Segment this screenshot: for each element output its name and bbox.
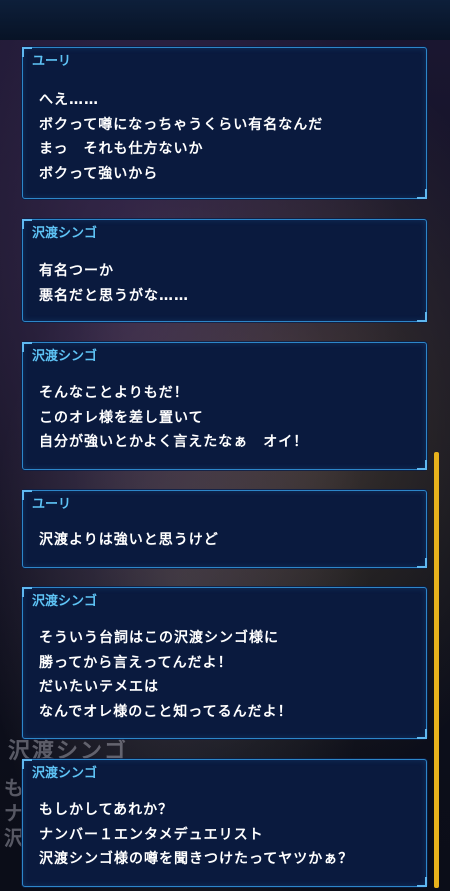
message-line: 自分が強いとかよく言えたなぁ オイ！ [39,434,309,450]
message-text: 沢渡よりは強いと思うけど [39,528,219,553]
message-text: そういう台詞はこの沢渡シンゴ様に 勝ってから言えってんだよ！ だいたいテメエは … [39,626,293,724]
message-bubble: ユーリ へえ…… ボクって噂になっちゃうくらい有名なんだ まっ それも仕方ないか… [22,47,427,199]
message-text: もしかしてあれか？ ナンバー１エンタメデュエリスト 沢渡シンゴ様の噂を聞きつけた… [39,798,353,872]
message-line: ボクって強いから [39,165,159,182]
message-text: そんなことよりもだ！ このオレ様を差し置いて 自分が強いとかよく言えたなぁ オイ… [39,381,308,455]
message-bubble: 沢渡シンゴ そういう台詞はこの沢渡シンゴ様に 勝ってから言えってんだよ！ だいた… [22,587,427,739]
message-text: 有名つーか 悪名だと思うがな…… [39,259,189,308]
message-line: まっ それも仕方ないか [39,141,204,157]
speaker-name: ユーリ [32,497,72,512]
message-bubble: 沢渡シンゴ 有名つーか 悪名だと思うがな…… [22,219,427,322]
message-line: 沢渡シンゴ様の噂を聞きつけたってヤツかぁ？ [39,851,354,867]
message-bubble: 沢渡シンゴ そんなことよりもだ！ このオレ様を差し置いて 自分が強いとかよく言え… [22,342,427,470]
message-bubble: ユーリ 沢渡よりは強いと思うけど [22,490,427,568]
speaker-name: 沢渡シンゴ [32,594,98,609]
speaker-name: 沢渡シンゴ [32,226,98,241]
message-line: なんでオレ様のこと知ってるんだよ！ [39,703,293,720]
speaker-name: 沢渡シンゴ [32,766,98,781]
message-line: もしかしてあれか？ [39,802,174,818]
message-line: ナンバー１エンタメデュエリスト [39,826,264,843]
speaker-name: 沢渡シンゴ [32,349,98,364]
message-line: そういう台詞はこの沢渡シンゴ様に [39,630,279,646]
speaker-name: ユーリ [32,54,72,69]
message-text: へえ…… ボクって噂になっちゃうくらい有名なんだ まっ それも仕方ないか ボクっ… [39,88,323,186]
top-bar [0,0,450,41]
message-line: だいたいテメエは [39,679,159,695]
message-line: 有名つーか [39,263,114,279]
message-line: へえ…… [39,92,99,108]
message-line: 勝ってから言えってんだよ！ [39,654,233,671]
background-text-char: 沢 [4,826,24,850]
message-line: このオレ様を差し置いて [39,409,204,426]
message-line: 沢渡よりは強いと思うけど [39,532,219,548]
log-scrollbar[interactable] [434,452,439,888]
message-line: そんなことよりもだ！ [39,385,189,401]
message-bubble: 沢渡シンゴ もしかしてあれか？ ナンバー１エンタメデュエリスト 沢渡シンゴ様の噂… [22,759,427,887]
message-line: 悪名だと思うがな…… [39,287,189,304]
message-line: ボクって噂になっちゃうくらい有名なんだ [39,116,324,133]
